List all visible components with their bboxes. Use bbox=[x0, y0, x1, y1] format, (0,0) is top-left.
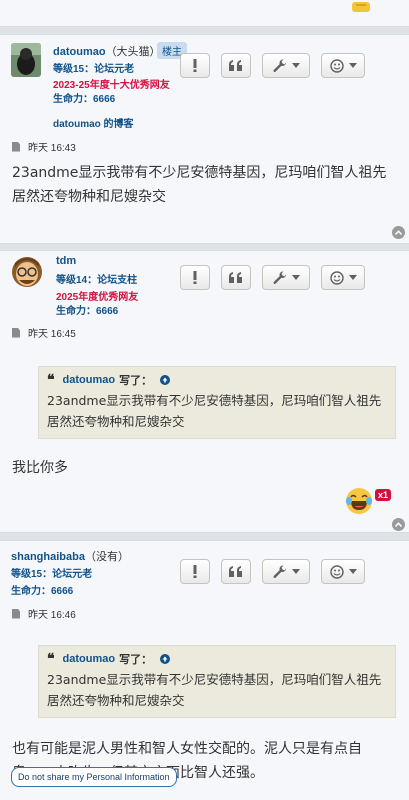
quote-mark-icon: ❝ bbox=[47, 651, 55, 667]
quote-button[interactable] bbox=[221, 53, 251, 78]
post-timestamp[interactable]: 昨天 16:45 bbox=[12, 325, 76, 340]
quote-block: ❝ datoumao 写了： 23andme显示我带有不少尼安德特基因，尼玛咱们… bbox=[38, 366, 396, 439]
quote-icon bbox=[229, 60, 242, 71]
post-time-text: 昨天 16:45 bbox=[28, 329, 76, 340]
quote-wrote-label: 写了： bbox=[119, 654, 153, 666]
user-rank: 等级15：论坛元老 bbox=[53, 64, 135, 75]
quote-button[interactable] bbox=[221, 265, 251, 290]
chevron-down-icon bbox=[348, 275, 357, 280]
nickname: （大头猫） bbox=[105, 46, 161, 58]
wrench-icon bbox=[273, 270, 286, 284]
post: shanghaibaba（没有） 等级15：论坛元老 生命力：6666 昨天 1… bbox=[0, 540, 409, 800]
quote-author-link[interactable]: datoumao bbox=[63, 653, 116, 665]
user-award: 2023-25年度十大优秀网友 bbox=[53, 80, 170, 91]
quote-icon bbox=[229, 566, 242, 577]
chevron-down-icon bbox=[348, 569, 357, 574]
post-time-text: 昨天 16:46 bbox=[28, 610, 76, 621]
user-award: 2025年度优秀网友 bbox=[56, 292, 139, 303]
go-to-quoted-post-icon[interactable] bbox=[160, 654, 171, 664]
quote-mark-icon: ❝ bbox=[47, 372, 55, 388]
wrench-icon bbox=[273, 564, 286, 578]
report-icon bbox=[193, 565, 197, 578]
smiley-icon bbox=[329, 270, 344, 285]
quote-text: 23andme显示我带有不少尼安德特基因，尼玛咱们智人祖先居然还夸物种和尼嫂杂交 bbox=[47, 393, 382, 429]
avatar[interactable] bbox=[11, 255, 43, 289]
laughing-emoji-icon[interactable] bbox=[345, 487, 373, 519]
tools-dropdown-button[interactable] bbox=[262, 53, 310, 78]
previous-post-fragment bbox=[0, 0, 409, 27]
quote-block: ❝ datoumao 写了： 23andme显示我带有不少尼安德特基因，尼玛咱们… bbox=[38, 645, 396, 718]
quote-header: ❝ datoumao 写了： bbox=[47, 372, 387, 388]
post: tdm 等级14：论坛支柱 2025年度优秀网友 生命力：6666 昨天 16:… bbox=[0, 250, 409, 533]
post-icon bbox=[12, 608, 20, 619]
chevron-down-icon bbox=[291, 275, 300, 280]
report-button[interactable] bbox=[180, 265, 210, 290]
chevron-down-icon bbox=[348, 63, 357, 68]
post-time-text: 昨天 16:43 bbox=[28, 143, 76, 154]
post-timestamp[interactable]: 昨天 16:43 bbox=[12, 139, 76, 154]
chevron-down-icon bbox=[291, 63, 300, 68]
quote-header: ❝ datoumao 写了： bbox=[47, 651, 387, 667]
post-timestamp[interactable]: 昨天 16:46 bbox=[12, 606, 76, 621]
username[interactable]: tdm bbox=[56, 255, 76, 267]
user-life-points: 生命力：6666 bbox=[53, 94, 116, 105]
user-life-points: 生命力：6666 bbox=[56, 306, 119, 317]
post-icon bbox=[12, 327, 20, 338]
quote-icon bbox=[229, 272, 242, 283]
report-button[interactable] bbox=[180, 559, 210, 584]
username[interactable]: shanghaibaba（没有） bbox=[11, 548, 129, 564]
user-rank: 等级15：论坛元老 bbox=[11, 569, 93, 580]
go-to-quoted-post-icon[interactable] bbox=[160, 375, 171, 385]
chevron-down-icon bbox=[291, 569, 300, 574]
tools-dropdown-button[interactable] bbox=[262, 265, 310, 290]
back-to-top-icon[interactable] bbox=[392, 226, 405, 239]
report-button[interactable] bbox=[180, 53, 210, 78]
post: datoumao（大头猫） 楼主 等级15：论坛元老 2023-25年度十大优秀… bbox=[0, 34, 409, 244]
smiley-icon bbox=[329, 58, 344, 73]
avatar[interactable] bbox=[11, 43, 41, 77]
post-content: 23andme显示我带有不少尼安德特基因，尼玛咱们智人祖先居然还夸物种和尼嫂杂交 bbox=[12, 165, 387, 205]
do-not-share-personal-info-button[interactable]: Do not share my Personal Information bbox=[11, 767, 177, 787]
post-icon bbox=[12, 141, 20, 152]
user-blog-link[interactable]: datoumao 的博客 bbox=[53, 115, 134, 130]
tools-dropdown-button[interactable] bbox=[262, 559, 310, 584]
thumbs-up-emoji-icon[interactable] bbox=[350, 0, 372, 18]
reaction-dropdown-button[interactable] bbox=[321, 53, 365, 78]
report-icon bbox=[193, 59, 197, 72]
quote-author-link[interactable]: datoumao bbox=[63, 374, 116, 386]
reaction-count-badge: x1 bbox=[375, 489, 392, 501]
username[interactable]: datoumao（大头猫） bbox=[53, 43, 161, 59]
quote-button[interactable] bbox=[221, 559, 251, 584]
post-content: 我比你多 bbox=[12, 460, 68, 476]
report-icon bbox=[193, 271, 197, 284]
quote-wrote-label: 写了： bbox=[119, 375, 153, 387]
back-to-top-icon[interactable] bbox=[392, 518, 405, 531]
nickname: （没有） bbox=[84, 551, 129, 563]
wrench-icon bbox=[273, 58, 286, 72]
smiley-icon bbox=[329, 564, 344, 579]
user-life-points: 生命力：6666 bbox=[11, 586, 74, 597]
reaction-dropdown-button[interactable] bbox=[321, 265, 365, 290]
user-rank: 等级14：论坛支柱 bbox=[56, 275, 138, 286]
quote-text: 23andme显示我带有不少尼安德特基因，尼玛咱们智人祖先居然还夸物种和尼嫂杂交 bbox=[47, 672, 382, 708]
reaction-dropdown-button[interactable] bbox=[321, 559, 365, 584]
